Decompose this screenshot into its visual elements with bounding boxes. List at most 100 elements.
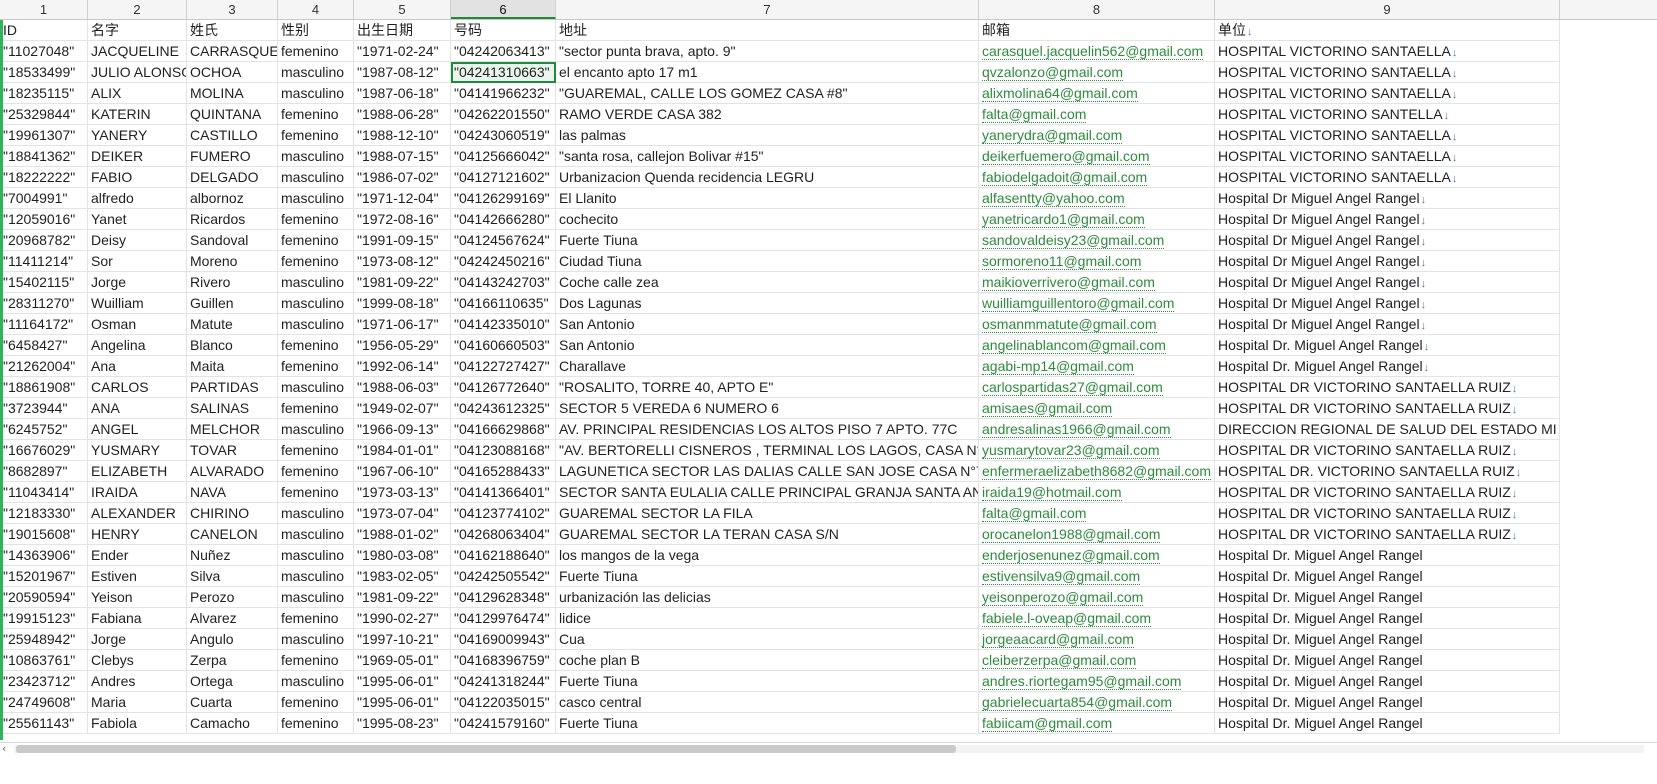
cell[interactable]: "04243612325": [451, 398, 556, 419]
email-link[interactable]: cleiberzerpa@gmail.com: [982, 653, 1137, 669]
cell[interactable]: "20590594": [0, 587, 88, 608]
cell[interactable]: CASTILLO: [187, 125, 278, 146]
cell[interactable]: Ana: [88, 356, 187, 377]
email-link[interactable]: carasquel.jacquelin562@gmail.com: [982, 44, 1204, 60]
cell[interactable]: HOSPITAL DR VICTORINO SANTAELLA RUIZ↓: [1215, 377, 1560, 398]
cell[interactable]: "04122727427": [451, 356, 556, 377]
cell[interactable]: "04123088168": [451, 440, 556, 461]
cell[interactable]: "25948942": [0, 629, 88, 650]
cell[interactable]: Sandoval: [187, 230, 278, 251]
cell[interactable]: falta@gmail.com: [979, 503, 1215, 524]
cell[interactable]: "12183330": [0, 503, 88, 524]
cell[interactable]: "18235115": [0, 83, 88, 104]
cell[interactable]: "AV. BERTORELLI CISNEROS , TERMINAL LOS …: [556, 440, 979, 461]
cell[interactable]: "04242505542": [451, 566, 556, 587]
cell[interactable]: "1991-09-15": [354, 230, 451, 251]
cell[interactable]: yanetricardo1@gmail.com: [979, 209, 1215, 230]
cell[interactable]: LAGUNETICA SECTOR LAS DALIAS CALLE SAN J…: [556, 461, 979, 482]
cell[interactable]: NAVA: [187, 482, 278, 503]
cell[interactable]: femenino: [278, 608, 354, 629]
email-link[interactable]: qvzalonzo@gmail.com: [982, 65, 1124, 81]
cell[interactable]: "1988-01-02": [354, 524, 451, 545]
cell[interactable]: San Antonio: [556, 335, 979, 356]
cell[interactable]: el encanto apto 17 m1: [556, 62, 979, 83]
cell[interactable]: Hospital Dr Miguel Angel Rangel↓: [1215, 230, 1560, 251]
cell[interactable]: SALINAS: [187, 398, 278, 419]
column-number-1[interactable]: 1: [0, 0, 88, 19]
email-link[interactable]: osmanmmatute@gmail.com: [982, 317, 1157, 333]
cell[interactable]: femenino: [278, 482, 354, 503]
cell[interactable]: "04242063413": [451, 41, 556, 62]
cell[interactable]: Yeison: [88, 587, 187, 608]
cell[interactable]: femenino: [278, 398, 354, 419]
header-cell-2[interactable]: 姓氏: [187, 20, 278, 41]
cell[interactable]: yeisonperozo@gmail.com: [979, 587, 1215, 608]
cell[interactable]: femenino: [278, 713, 354, 734]
email-link[interactable]: amisaes@gmail.com: [982, 401, 1113, 417]
cell[interactable]: Hospital Dr Miguel Angel Rangel↓: [1215, 272, 1560, 293]
cell[interactable]: "18533499": [0, 62, 88, 83]
cell[interactable]: HOSPITAL DR VICTORINO SANTAELLA RUIZ↓: [1215, 524, 1560, 545]
cell[interactable]: HOSPITAL VICTORINO SANTAELLA↓: [1215, 167, 1560, 188]
email-link[interactable]: iraida19@hotmail.com: [982, 485, 1122, 501]
cell[interactable]: albornoz: [187, 188, 278, 209]
cell[interactable]: "04242450216": [451, 251, 556, 272]
cell[interactable]: CHIRINO: [187, 503, 278, 524]
cell[interactable]: cleiberzerpa@gmail.com: [979, 650, 1215, 671]
cell[interactable]: FUMERO: [187, 146, 278, 167]
cell[interactable]: maikioverrivero@gmail.com: [979, 272, 1215, 293]
cell[interactable]: falta@gmail.com: [979, 104, 1215, 125]
cell[interactable]: "04168396759": [451, 650, 556, 671]
cell[interactable]: femenino: [278, 251, 354, 272]
column-number-2[interactable]: 2: [88, 0, 187, 19]
cell[interactable]: "1980-03-08": [354, 545, 451, 566]
email-link[interactable]: jorgeaacard@gmail.com: [982, 632, 1134, 648]
cell[interactable]: "11043414": [0, 482, 88, 503]
cell[interactable]: "1971-06-17": [354, 314, 451, 335]
cell[interactable]: casco central: [556, 692, 979, 713]
column-number-4[interactable]: 4: [278, 0, 354, 19]
cell[interactable]: "1988-06-03": [354, 377, 451, 398]
cell[interactable]: femenino: [278, 692, 354, 713]
cell[interactable]: Guillen: [187, 293, 278, 314]
cell[interactable]: SECTOR SANTA EULALIA CALLE PRINCIPAL GRA…: [556, 482, 979, 503]
cell[interactable]: Fabiola: [88, 713, 187, 734]
cell[interactable]: carasquel.jacquelin562@gmail.com: [979, 41, 1215, 62]
email-link[interactable]: maikioverrivero@gmail.com: [982, 275, 1155, 291]
column-number-7[interactable]: 7: [556, 0, 979, 19]
cell[interactable]: HOSPITAL VICTORINO SANTAELLA↓: [1215, 62, 1560, 83]
cell[interactable]: "19961307": [0, 125, 88, 146]
cell[interactable]: Coche calle zea: [556, 272, 979, 293]
cell[interactable]: carlospartidas27@gmail.com: [979, 377, 1215, 398]
cell[interactable]: Ricardos: [187, 209, 278, 230]
email-link[interactable]: fabiodelgadoit@gmail.com: [982, 170, 1148, 186]
cell[interactable]: "1966-09-13": [354, 419, 451, 440]
cell[interactable]: Hospital Dr. Miguel Angel Rangel: [1215, 545, 1560, 566]
email-link[interactable]: andresalinas1966@gmail.com: [982, 422, 1171, 438]
cell[interactable]: HOSPITAL DR VICTORINO SANTAELLA RUIZ↓: [1215, 440, 1560, 461]
cell[interactable]: masculino: [278, 419, 354, 440]
cell[interactable]: Hospital Dr. Miguel Angel Rangel: [1215, 692, 1560, 713]
cell[interactable]: IRAIDA: [88, 482, 187, 503]
cell[interactable]: femenino: [278, 461, 354, 482]
cell[interactable]: RAMO VERDE CASA 382: [556, 104, 979, 125]
cell[interactable]: AV. PRINCIPAL RESIDENCIAS LOS ALTOS PISO…: [556, 419, 979, 440]
cell[interactable]: "04124567624": [451, 230, 556, 251]
cell[interactable]: "1995-08-23": [354, 713, 451, 734]
cell[interactable]: YUSMARY: [88, 440, 187, 461]
header-cell-5[interactable]: 号码: [451, 20, 556, 41]
cell[interactable]: Moreno: [187, 251, 278, 272]
cell[interactable]: Fuerte Tiuna: [556, 230, 979, 251]
cell[interactable]: femenino: [278, 41, 354, 62]
cell[interactable]: Yanet: [88, 209, 187, 230]
email-link[interactable]: fabiele.l-oveap@gmail.com: [982, 611, 1152, 627]
cell[interactable]: coche plan B: [556, 650, 979, 671]
cell[interactable]: "1995-06-01": [354, 692, 451, 713]
cell[interactable]: masculino: [278, 503, 354, 524]
cell[interactable]: "8682897": [0, 461, 88, 482]
cell[interactable]: "1986-07-02": [354, 167, 451, 188]
header-cell-1[interactable]: 名字: [88, 20, 187, 41]
cell[interactable]: PARTIDAS: [187, 377, 278, 398]
cell[interactable]: amisaes@gmail.com: [979, 398, 1215, 419]
cell[interactable]: lidice: [556, 608, 979, 629]
